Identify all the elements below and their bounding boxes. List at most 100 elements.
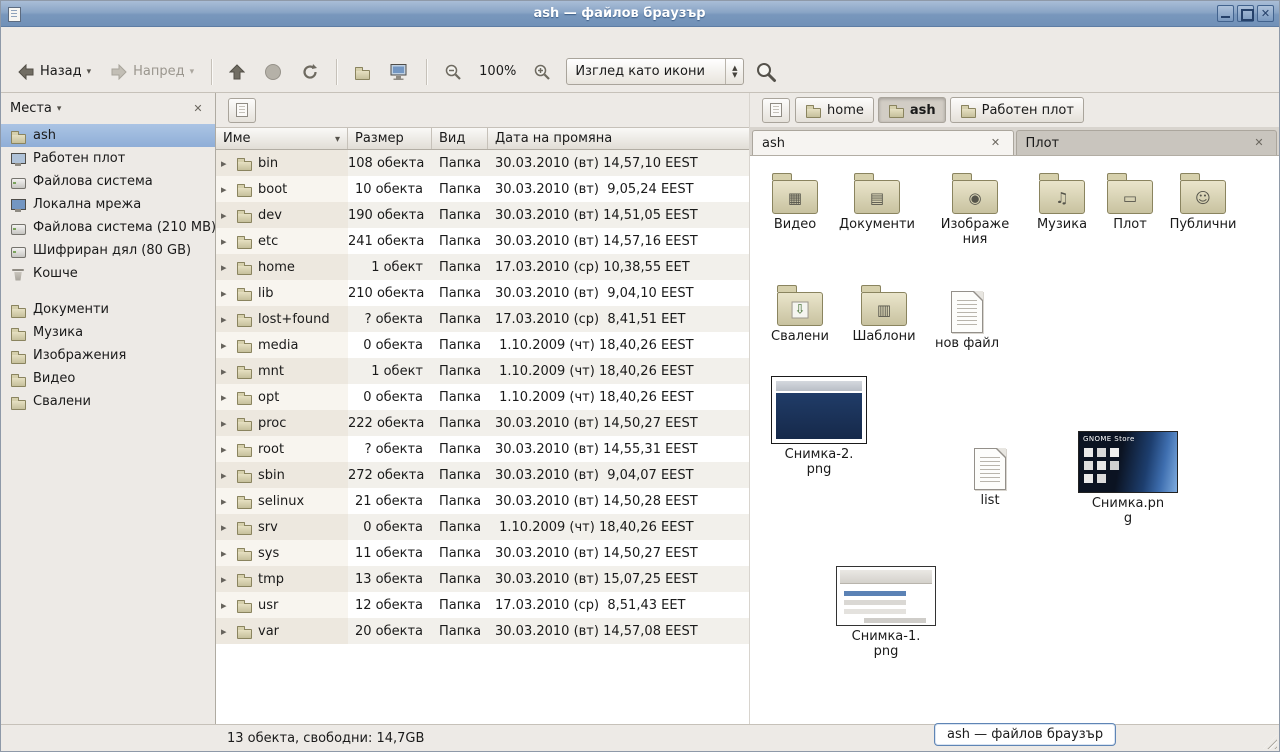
table-row[interactable]: srv 0 обекта Папка 1.10.2009 (чт) 18,40,… [216,514,749,540]
expander-icon[interactable] [221,156,231,171]
maximize-button[interactable] [1237,5,1254,22]
sidebar-item[interactable]: Свалени [1,390,215,413]
icon-view-item[interactable]: GNOME Store Снимка.png [1073,431,1183,527]
view-mode-spinner-icon[interactable]: ▲▼ [725,59,743,84]
table-row[interactable]: root ? обекта Папка 30.03.2010 (вт) 14,5… [216,436,749,462]
table-row[interactable]: tmp 13 обекта Папка 30.03.2010 (вт) 15,0… [216,566,749,592]
column-header-name[interactable]: Име [216,128,348,149]
resize-grip[interactable] [1263,735,1277,749]
sidebar-item[interactable]: Изображения [1,344,215,367]
table-row[interactable]: bin 108 обекта Папка 30.03.2010 (вт) 14,… [216,150,749,176]
computer-button[interactable] [381,57,417,87]
expander-icon[interactable] [221,390,231,405]
table-row[interactable]: opt 0 обекта Папка 1.10.2009 (чт) 18,40,… [216,384,749,410]
sidebar-item[interactable]: Шифриран дял (80 GB) [1,239,215,262]
icon-view-item[interactable]: list [952,444,1028,509]
chevron-down-icon[interactable]: ▾ [57,104,62,114]
table-row[interactable]: etc 241 обекта Папка 30.03.2010 (вт) 14,… [216,228,749,254]
sidebar-item[interactable]: Файлова система [1,170,215,193]
expander-icon[interactable] [221,494,231,509]
stop-button[interactable] [256,57,290,87]
home-button[interactable] [346,58,378,86]
view-mode-select[interactable]: Изглед като икони ▲▼ [566,58,744,85]
expander-icon[interactable] [221,520,231,535]
sidebar-title[interactable]: Места [10,101,52,116]
path-button[interactable]: ash [878,97,946,123]
pathbar-root-button[interactable] [762,98,790,123]
back-button[interactable]: Назад ▾ [9,58,99,86]
expander-icon[interactable] [221,364,231,379]
column-header-date[interactable]: Дата на промяна [488,128,749,149]
table-row[interactable]: proc 222 обекта Папка 30.03.2010 (вт) 14… [216,410,749,436]
expander-icon[interactable] [221,286,231,301]
table-row[interactable]: mnt 1 обект Папка 1.10.2009 (чт) 18,40,2… [216,358,749,384]
icon-view-item[interactable]: Документи [839,171,915,233]
icon-view-item[interactable]: Видео [757,171,833,233]
column-header-type[interactable]: Вид [432,128,488,149]
sidebar-item[interactable]: Работен плот [1,147,215,170]
zoom-in-button[interactable] [525,57,559,87]
expander-icon[interactable] [221,260,231,275]
tab[interactable]: Плот [1016,130,1278,155]
close-button[interactable] [1257,5,1274,22]
sidebar-item[interactable]: ash [1,124,215,147]
icon-view-item[interactable]: Снимка-2. png [764,376,874,478]
table-row[interactable]: selinux 21 обекта Папка 30.03.2010 (вт) … [216,488,749,514]
sidebar-close-icon[interactable] [190,101,206,117]
sidebar-item[interactable]: Файлова система (210 MB) [1,216,215,239]
table-row[interactable]: var 20 обекта Папка 30.03.2010 (вт) 14,5… [216,618,749,644]
icon-view-item[interactable]: Публични [1165,171,1241,233]
table-row[interactable]: lost+found ? обекта Папка 17.03.2010 (ср… [216,306,749,332]
expander-icon[interactable] [221,572,231,587]
back-dropdown-icon[interactable]: ▾ [87,67,92,77]
search-button[interactable] [747,55,785,89]
menu-item[interactable] [41,36,59,42]
expander-icon[interactable] [221,468,231,483]
zoom-level[interactable]: 100% [473,64,522,79]
location-button[interactable] [228,98,256,123]
expander-icon[interactable] [221,598,231,613]
table-row[interactable]: usr 12 обекта Папка 17.03.2010 (ср) 8,51… [216,592,749,618]
table-row[interactable]: sys 11 обекта Папка 30.03.2010 (вт) 14,5… [216,540,749,566]
minimize-button[interactable] [1217,5,1234,22]
icon-view-item[interactable]: Изображения [937,171,1013,248]
forward-button[interactable]: Напред ▾ [102,58,202,86]
table-row[interactable]: home 1 обект Папка 17.03.2010 (ср) 10,38… [216,254,749,280]
sidebar-item[interactable]: Музика [1,321,215,344]
table-row[interactable]: media 0 обекта Папка 1.10.2009 (чт) 18,4… [216,332,749,358]
sidebar-item[interactable]: Видео [1,367,215,390]
tab-close-icon[interactable] [1251,135,1267,151]
reload-button[interactable] [293,57,327,87]
expander-icon[interactable] [221,208,231,223]
icon-view-item[interactable]: Плот [1092,171,1168,233]
expander-icon[interactable] [221,546,231,561]
expander-icon[interactable] [221,338,231,353]
tab-close-icon[interactable] [988,135,1004,151]
sidebar-item[interactable] [1,285,215,298]
table-row[interactable]: lib 210 обекта Папка 30.03.2010 (вт) 9,0… [216,280,749,306]
menu-item[interactable] [5,36,23,42]
sidebar-item[interactable]: Кошче [1,262,215,285]
expander-icon[interactable] [221,442,231,457]
menu-item[interactable] [95,36,113,42]
table-row[interactable]: sbin 272 обекта Папка 30.03.2010 (вт) 9,… [216,462,749,488]
path-button[interactable]: home [795,97,874,123]
taskbar-window-button[interactable]: ash — файлов браузър [934,723,1116,746]
icon-view-item[interactable]: Снимка-1. png [831,566,941,660]
expander-icon[interactable] [221,312,231,327]
icon-view-item[interactable]: Свалени [762,283,838,345]
table-row[interactable]: boot 10 обекта Папка 30.03.2010 (вт) 9,0… [216,176,749,202]
tab[interactable]: ash [752,130,1014,155]
up-button[interactable] [221,57,253,87]
menu-item[interactable] [77,36,95,42]
path-button[interactable]: Работен плот [950,97,1084,123]
titlebar[interactable]: ash — файлов браузър [1,1,1279,27]
expander-icon[interactable] [221,234,231,249]
expander-icon[interactable] [221,416,231,431]
zoom-out-button[interactable] [436,57,470,87]
icon-view[interactable]: Видео Документи Изображения Музика Плот [750,156,1279,726]
menu-item[interactable] [23,36,41,42]
column-header-size[interactable]: Размер [348,128,432,149]
icon-view-item[interactable]: нов файл [929,287,1005,352]
sidebar-item[interactable]: Документи [1,298,215,321]
